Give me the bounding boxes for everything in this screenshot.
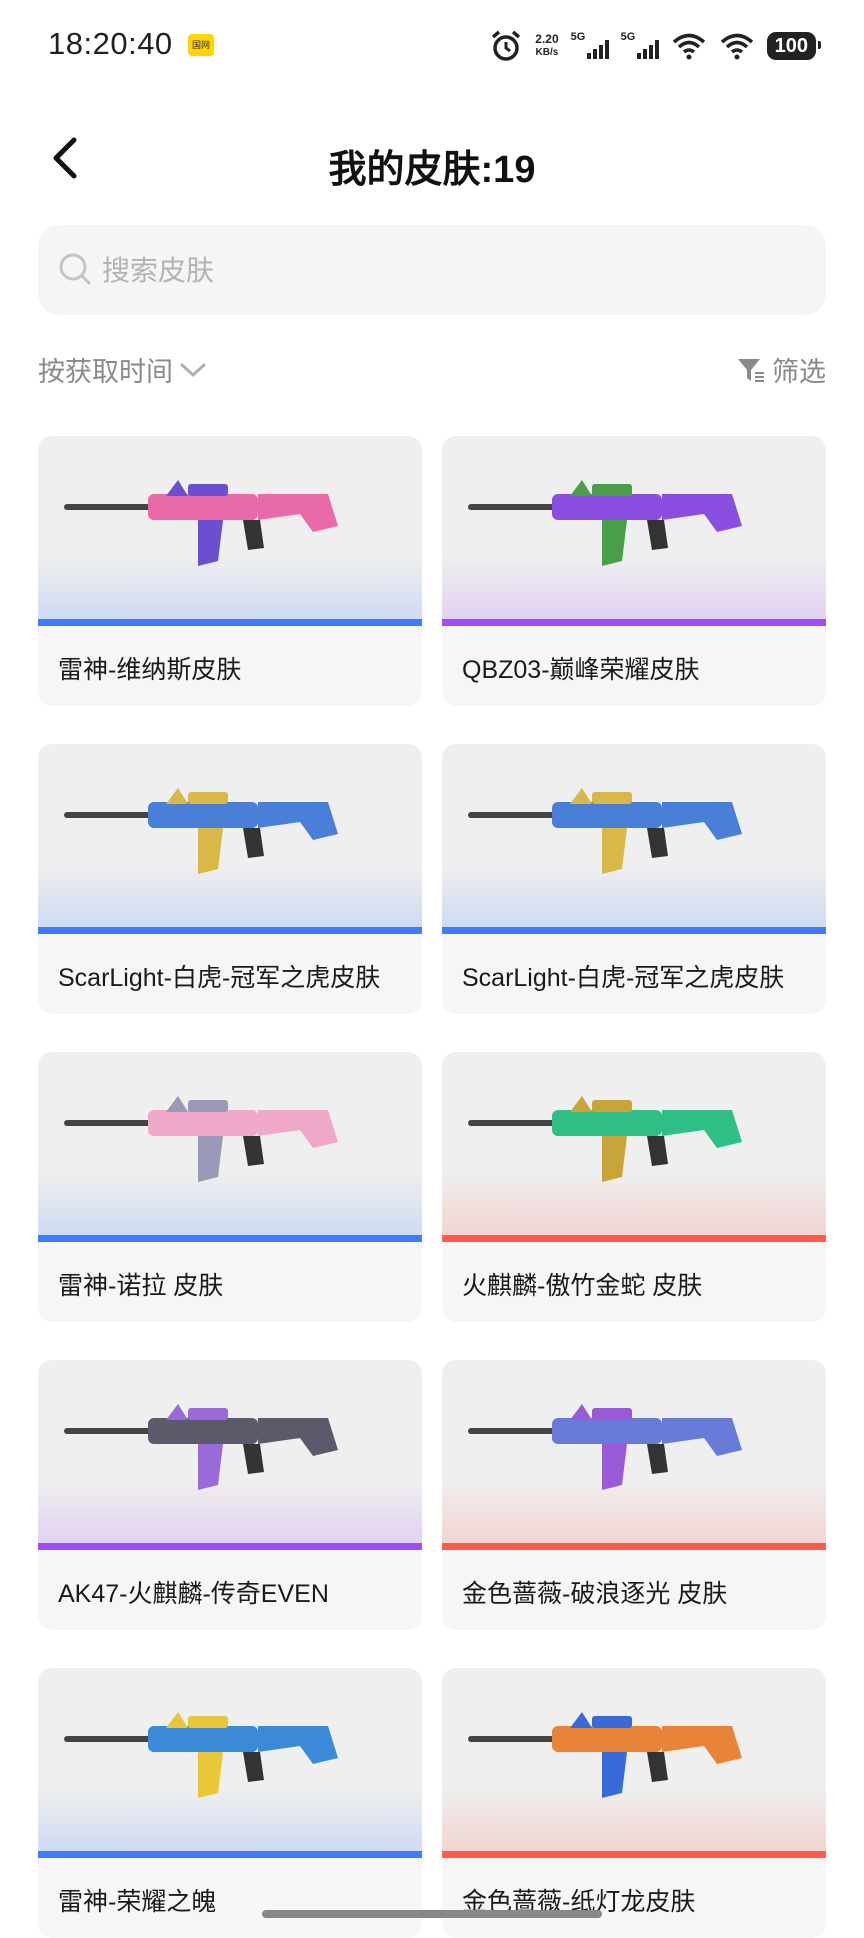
skin-name: 金色蔷薇-破浪逐光 皮肤	[462, 1580, 728, 1608]
rifle-icon	[468, 1404, 742, 1490]
skin-card[interactable]: 火麒麟-傲竹金蛇 皮肤	[442, 1052, 826, 1322]
search-bar[interactable]	[38, 225, 826, 317]
sort-dropdown[interactable]: 按获取时间	[38, 350, 207, 389]
skin-card[interactable]: 金色蔷薇-纸灯龙皮肤	[442, 1668, 826, 1938]
skin-image	[442, 1668, 826, 1858]
status-time: 18:20:40	[48, 26, 173, 61]
skin-card[interactable]: 金色蔷薇-破浪逐光 皮肤	[442, 1360, 826, 1630]
skin-name: 雷神-荣耀之魄	[58, 1888, 217, 1916]
page-header: 我的皮肤:19	[0, 120, 864, 200]
signal-5g-icon: 5G	[571, 31, 609, 61]
skin-image	[442, 1052, 826, 1242]
chevron-down-icon	[180, 363, 206, 377]
rifle-icon	[468, 480, 742, 566]
skin-card[interactable]: ScarLight-白虎-冠军之虎皮肤	[38, 744, 422, 1014]
rifle-icon	[64, 1096, 338, 1182]
skin-name: 雷神-维纳斯皮肤	[58, 656, 242, 684]
search-icon	[59, 253, 91, 285]
alarm-icon	[492, 30, 521, 61]
skin-card[interactable]: 雷神-诺拉 皮肤	[38, 1052, 422, 1322]
skin-card[interactable]: AK47-火麒麟-传奇EVEN	[38, 1360, 422, 1630]
skin-image	[38, 1668, 422, 1858]
skin-card[interactable]: 雷神-荣耀之魄	[38, 1668, 422, 1938]
skin-image	[442, 436, 826, 626]
search-input[interactable]	[100, 225, 804, 317]
rifle-icon	[64, 1404, 338, 1490]
signal-5g-icon-2: 5G	[621, 31, 659, 61]
skin-name: ScarLight-白虎-冠军之虎皮肤	[58, 964, 381, 992]
carrier-badge: 国网	[188, 34, 214, 56]
skin-image	[38, 1360, 422, 1550]
rifle-icon	[468, 788, 742, 874]
skin-name: QBZ03-巅峰荣耀皮肤	[462, 656, 700, 684]
skin-card[interactable]: 雷神-维纳斯皮肤	[38, 436, 422, 706]
status-icons: 2.20 KB/s 5G 5G 100	[489, 26, 822, 66]
skin-image	[38, 1052, 422, 1242]
filter-label: 筛选	[772, 357, 826, 387]
home-indicator[interactable]	[262, 1910, 602, 1918]
rifle-icon	[64, 480, 338, 566]
page-title: 我的皮肤:19	[328, 149, 536, 191]
sort-label: 按获取时间	[38, 357, 173, 387]
net-speed: 2.20 KB/s	[535, 32, 559, 59]
skin-image	[38, 744, 422, 934]
skin-image	[442, 744, 826, 934]
skin-image	[442, 1360, 826, 1550]
skin-name: 火麒麟-傲竹金蛇 皮肤	[462, 1272, 703, 1300]
skin-name: 雷神-诺拉 皮肤	[58, 1272, 224, 1300]
rifle-icon	[468, 1712, 742, 1798]
battery-indicator: 100	[766, 32, 822, 60]
skin-card[interactable]: QBZ03-巅峰荣耀皮肤	[442, 436, 826, 706]
skin-image	[38, 436, 422, 626]
wifi-icon	[672, 33, 705, 60]
rifle-icon	[64, 1712, 338, 1798]
rifle-icon	[64, 788, 338, 874]
sort-filter-bar: 按获取时间 筛选	[38, 350, 826, 396]
rifle-icon	[468, 1096, 742, 1182]
skin-card[interactable]: ScarLight-白虎-冠军之虎皮肤	[442, 744, 826, 1014]
status-bar: 18:20:40 国网 2.20 KB/s 5G 5G 100	[0, 0, 864, 92]
filter-icon	[738, 358, 764, 382]
skin-name: AK47-火麒麟-传奇EVEN	[58, 1580, 329, 1608]
wifi-icon-2	[720, 33, 753, 60]
filter-button[interactable]: 筛选	[736, 350, 826, 389]
skin-name: ScarLight-白虎-冠军之虎皮肤	[462, 964, 785, 992]
